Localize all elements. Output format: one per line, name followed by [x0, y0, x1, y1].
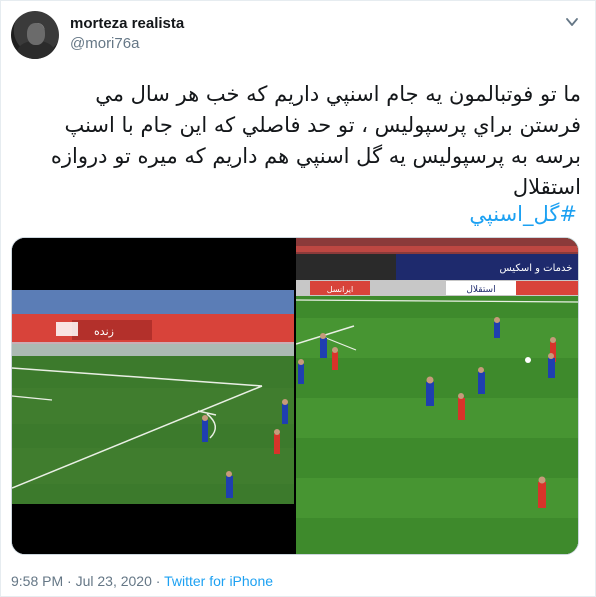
user-handle[interactable]: @mori76a: [70, 35, 139, 52]
ad-board-text: خدمات و اسکیس: [500, 263, 573, 274]
tweet-text-line: فرستن براي پرسپوليس ، تو حد فاصلي كه اين…: [64, 113, 581, 137]
display-name[interactable]: morteza realista: [70, 15, 184, 32]
footer-separator: ·: [155, 573, 161, 589]
player: [538, 476, 546, 508]
ad-board-text: استقلال: [466, 285, 495, 295]
player: [494, 317, 500, 338]
hashtag-link[interactable]: #گل_اسنپي: [469, 202, 577, 226]
footer-separator: ·: [67, 573, 72, 589]
tweet-card: morteza realista @mori76a ما تو فوتبالمو…: [0, 0, 596, 597]
ad-board-text: ایرانسل: [327, 285, 354, 294]
player: [274, 429, 280, 454]
tweet-date[interactable]: Jul 23, 2020: [76, 573, 152, 589]
player: [298, 359, 304, 384]
ball: [525, 357, 531, 363]
watermark-text: زنده: [94, 325, 114, 338]
football-broadcast-right: خدمات و اسکیس استقلال ایرانسل: [296, 238, 578, 554]
ad-board: استقلال ایرانسل: [296, 280, 578, 296]
football-broadcast-left: زنده: [12, 238, 294, 554]
media-image-left[interactable]: زنده: [12, 238, 294, 554]
player: [426, 376, 434, 406]
chevron-down-icon[interactable]: [565, 15, 579, 29]
player: [282, 399, 288, 424]
avatar-face: [27, 23, 45, 45]
media-image-right[interactable]: خدمات و اسکیس استقلال ایرانسل: [296, 238, 578, 554]
player: [332, 347, 338, 370]
tweet-time[interactable]: 9:58 PM: [11, 573, 63, 589]
avatar[interactable]: [11, 11, 59, 59]
tweet-text: ما تو فوتبالمون يه جام اسنپي داريم كه خب…: [31, 79, 581, 203]
player: [202, 415, 208, 442]
tweet-text-line: استقلال: [512, 175, 581, 199]
tweet-text-line: ما تو فوتبالمون يه جام اسنپي داريم كه خب…: [95, 82, 581, 106]
tweet-text-line: برسه به پرسپوليس يه گل اسنپي هم داريم كه…: [50, 144, 581, 168]
tweet-footer: 9:58 PM · Jul 23, 2020 · Twitter for iPh…: [11, 573, 273, 589]
tweet-source-link[interactable]: Twitter for iPhone: [164, 573, 273, 589]
ad-board: خدمات و اسکیس: [296, 254, 578, 280]
media-grid: زنده خدمات و اسکیس استقلال ایرانسل: [11, 237, 579, 555]
